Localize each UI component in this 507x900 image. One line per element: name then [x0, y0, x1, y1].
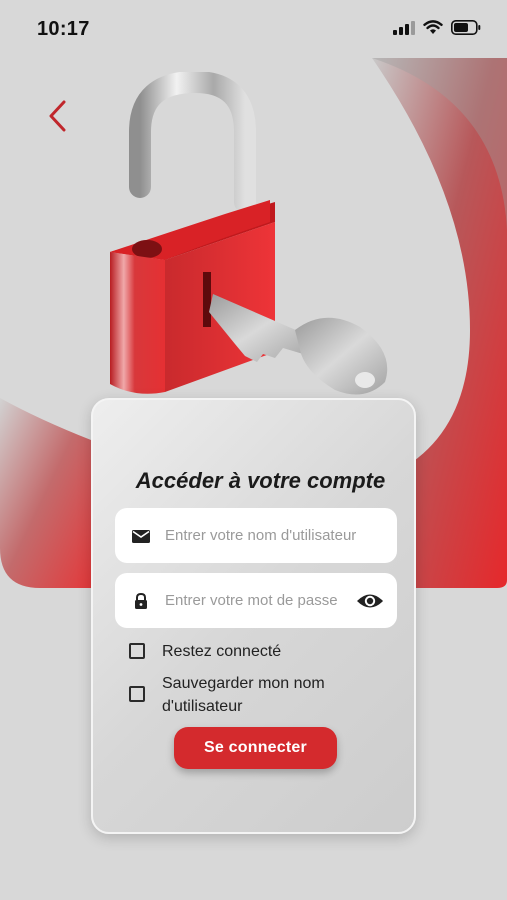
status-bar: 10:17: [0, 0, 507, 60]
back-button[interactable]: [40, 94, 80, 138]
remember-me-row[interactable]: Restez connecté: [129, 640, 281, 663]
battery-icon: [451, 20, 481, 35]
password-input[interactable]: [165, 573, 351, 628]
status-icons: [393, 20, 481, 35]
username-input[interactable]: [165, 508, 397, 563]
signal-icon: [393, 20, 415, 35]
password-field[interactable]: [115, 573, 397, 628]
lock-icon: [135, 592, 147, 609]
login-button[interactable]: Se connecter: [174, 727, 337, 769]
remember-me-label: Restez connecté: [162, 643, 282, 660]
username-field[interactable]: [115, 508, 397, 563]
chevron-left-icon: [49, 100, 66, 132]
padlock-with-key-icon: [110, 72, 388, 395]
eye-icon: [357, 594, 383, 607]
show-password-toggle[interactable]: [355, 586, 385, 616]
save-username-label: Sauvegarder mon nom d'utilisateur: [162, 675, 325, 715]
card-title: Accéder à votre compte: [135, 468, 386, 493]
save-username-row[interactable]: Sauvegarder mon nom d'utilisateur: [129, 672, 359, 718]
wifi-icon: [423, 20, 443, 34]
mail-icon: [132, 529, 150, 543]
status-time: 10:17: [37, 18, 90, 40]
remember-me-checkbox[interactable]: [129, 643, 145, 659]
save-username-checkbox[interactable]: [129, 686, 145, 702]
login-card: Accéder à votre compte Restez connecté S…: [91, 398, 416, 834]
